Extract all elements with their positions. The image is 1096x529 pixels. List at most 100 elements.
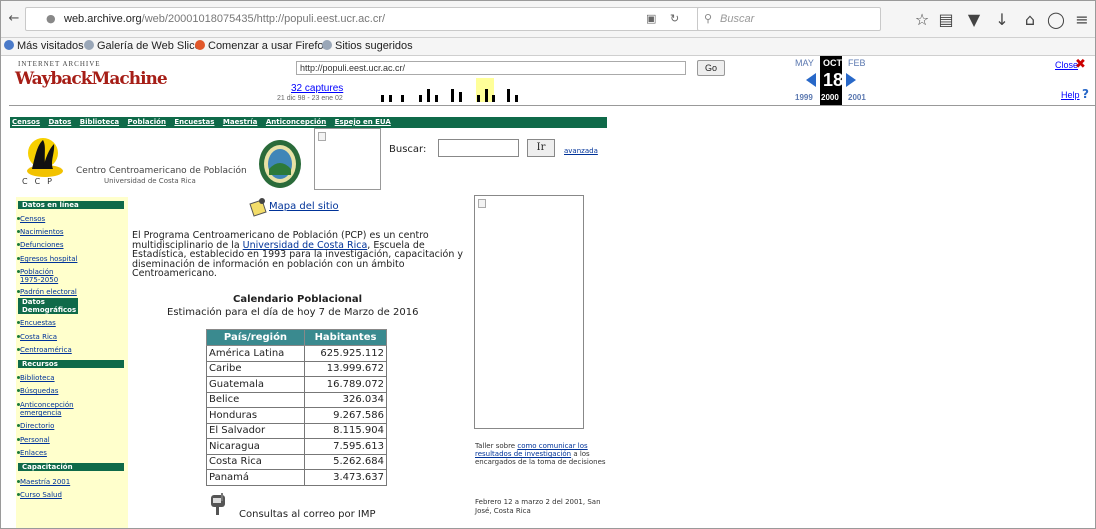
bookmark-star-icon[interactable]: ☆ [911,10,933,29]
chat-icon[interactable]: ◯ [1045,10,1067,29]
ccp-logo-letters: CCP [22,177,59,186]
wayback-logo-top: INTERNET ARCHIVE [18,60,101,68]
captures-link[interactable]: 32 captures [291,83,343,94]
sparkline-bar [459,92,462,102]
downloads-icon[interactable]: ↓ [991,10,1013,29]
menu-datos[interactable]: Datos [48,118,71,126]
mailbox-icon[interactable] [209,491,235,515]
table-row: América Latina 625.925.112 [206,345,387,362]
nav-item-nacimientos[interactable]: Nacimientos [17,228,64,236]
site-search-input[interactable] [438,139,519,157]
table-row: El Salvador 8.115.904 [206,422,387,439]
captures-range: 21 dic 98 - 23 ene 02 [277,95,343,102]
nav-item-defunciones[interactable]: Defunciones [17,241,64,249]
broken-image [314,128,381,190]
org-name: Centro Centroamericano de Población [76,166,247,176]
left-nav: Datos en línea Censos Nacimientos Defunc… [16,197,128,528]
search-placeholder: Buscar [720,13,755,25]
magnifier-icon: ⚲ [704,12,713,25]
nav-head-recursos: Recursos [18,360,124,368]
nav-item-padron[interactable]: Padrón electoral [17,288,77,296]
menu-espejo[interactable]: Espejo en EUA [335,118,391,126]
bookmark-mas-visitados[interactable]: Más visitados [4,40,84,52]
home-icon[interactable]: ⌂ [1019,10,1041,29]
prev-year[interactable]: 1999 [795,93,813,102]
pocket-icon[interactable]: ▼ [963,10,985,29]
nav-head-demograficos: Datos Demográficos [18,298,78,314]
reader-view-icon[interactable]: ▣ [646,12,656,25]
folder-icon [4,40,14,50]
workshop-date: Febrero 12 a marzo 2 del 2001, San José,… [475,498,601,515]
back-arrow-icon[interactable]: ← [3,8,25,30]
next-capture-arrow-icon[interactable] [846,73,856,87]
nav-item-centroamerica[interactable]: Centroamérica [17,346,72,354]
sparkline-bar [451,89,454,102]
bookmark-firefox[interactable]: Comenzar a usar Firefox [195,40,329,52]
nav-item-busquedas[interactable]: Búsquedas [17,387,58,395]
web-slice-icon [322,40,332,50]
menu-encuestas[interactable]: Encuestas [174,118,214,126]
wayback-go-button[interactable]: Go [697,60,725,76]
site-search-label: Buscar: [389,144,427,155]
nav-item-costa-rica[interactable]: Costa Rica [17,333,57,341]
intro-paragraph: El Programa Centroamericano de Población… [132,230,463,279]
nav-item-personal[interactable]: Personal [17,436,50,444]
table-row: Belice 326.034 [206,391,387,408]
menu-maestria[interactable]: Maestría [223,118,258,126]
site-map-link[interactable]: Mapa del sitio [269,201,339,212]
sparkline-bar [401,95,404,102]
nav-item-biblioteca[interactable]: Biblioteca [17,374,55,382]
captures-sparkline[interactable] [379,78,763,102]
bookmark-galeria[interactable]: Galería de Web Slice [84,40,201,52]
nav-item-enlaces[interactable]: Enlaces [17,449,47,457]
menu-anticoncepcion[interactable]: Anticoncepción [266,118,326,126]
bookmarks-menu-icon[interactable]: ▤ [935,10,957,29]
site-map-icon[interactable] [248,196,268,218]
site-search-button[interactable]: Ir [527,139,555,157]
table-row: Panamá 3.473.637 [206,469,387,486]
wayback-help-link[interactable]: Help [1061,90,1080,100]
search-box[interactable]: ⚲ Buscar [697,7,881,31]
close-icon[interactable]: ✖ [1075,57,1086,72]
menu-poblacion[interactable]: Población [128,118,166,126]
wayback-logo[interactable]: WaybackMachine [15,69,168,91]
sparkline-bar [477,95,480,102]
bookmark-sitios[interactable]: Sitios sugeridos [322,40,413,52]
sparkline-bar [485,89,488,102]
prev-month[interactable]: MAY [795,58,814,68]
broken-banner-image [474,195,584,429]
nav-item-encuestas[interactable]: Encuestas [17,319,56,327]
nav-item-curso-salud[interactable]: Curso Salud [17,491,62,499]
nav-item-directorio[interactable]: Directorio [17,422,54,430]
mail-consult-text: Consultas al correo por IMP [239,509,376,520]
table-row: Caribe 13.999.672 [206,360,387,377]
browser-toolbar: ← ● web.archive.org/web/20001018075435/h… [1,1,1095,38]
wayback-url-input[interactable]: http://populi.eest.ucr.ac.cr/ [296,61,686,75]
wayback-toolbar: INTERNET ARCHIVE WaybackMachine http://p… [9,56,1095,106]
nav-item-maestria[interactable]: Maestría 2001 [17,478,70,486]
help-icon[interactable]: ? [1082,87,1089,101]
menu-icon[interactable]: ≡ [1071,10,1093,29]
university-seal-icon [259,140,301,188]
nav-head-capacitacion: Capacitación [18,463,124,471]
next-year[interactable]: 2001 [848,93,866,102]
nav-item-egresos[interactable]: Egresos hospital [17,255,77,263]
nav-item-anticoncepcion[interactable]: Anticoncepción emergencia [17,401,94,417]
advanced-search-link[interactable]: avanzada [564,147,598,155]
prev-capture-arrow-icon[interactable] [806,73,816,87]
nav-item-poblacion[interactable]: Población 1975-2050 [17,268,62,284]
menu-censos[interactable]: Censos [12,118,40,126]
reload-icon[interactable]: ↻ [670,12,679,25]
next-month[interactable]: FEB [848,58,866,68]
current-day: 18 [823,70,844,90]
menu-biblioteca[interactable]: Biblioteca [80,118,119,126]
firefox-icon [195,40,205,50]
site-identity-icon[interactable]: ● [46,12,56,25]
table-header: Habitantes [304,329,387,346]
site-top-menu: Censos Datos Biblioteca Población Encues… [10,117,607,128]
calendar-title: Calendario Poblacional [233,294,363,305]
address-url: web.archive.org/web/20001018075435/http:… [64,13,386,25]
nav-item-censos[interactable]: Censos [17,215,45,223]
sparkline-bar [507,89,510,102]
address-bar[interactable]: ● web.archive.org/web/20001018075435/htt… [25,7,717,31]
